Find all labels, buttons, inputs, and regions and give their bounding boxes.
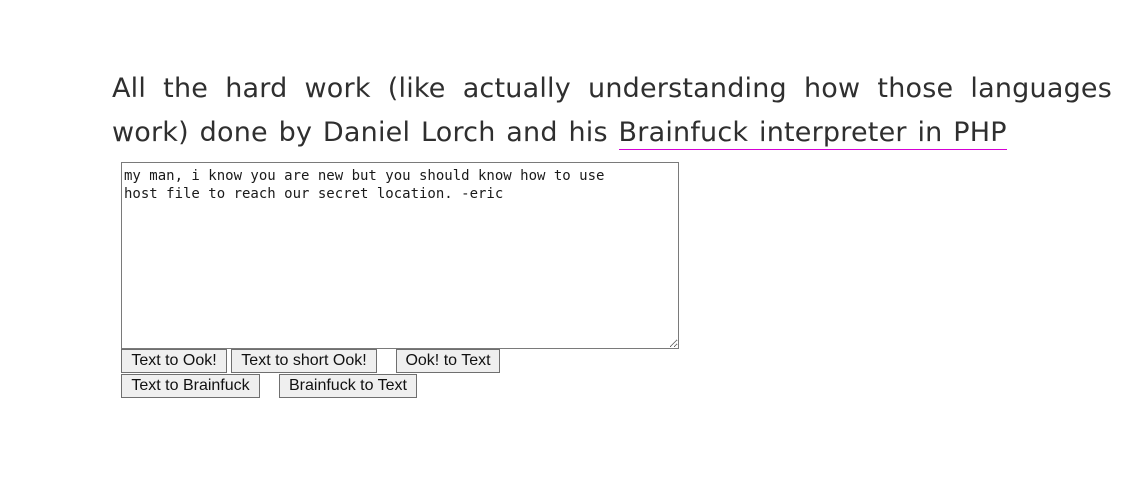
brainfuck-interpreter-link[interactable]: Brainfuck interpreter in PHP <box>618 117 1007 150</box>
text-input-area[interactable] <box>121 162 679 349</box>
intro-paragraph: All the hard work (like actually underst… <box>112 67 1112 155</box>
brainfuck-to-text-button[interactable]: Brainfuck to Text <box>279 374 417 398</box>
text-to-brainfuck-button[interactable]: Text to Brainfuck <box>121 374 260 398</box>
text-to-ook-button[interactable]: Text to Ook! <box>121 349 227 373</box>
ook-to-text-button[interactable]: Ook! to Text <box>396 349 500 373</box>
text-to-short-ook-button[interactable]: Text to short Ook! <box>231 349 377 373</box>
clipped-previous-line <box>112 0 121 5</box>
